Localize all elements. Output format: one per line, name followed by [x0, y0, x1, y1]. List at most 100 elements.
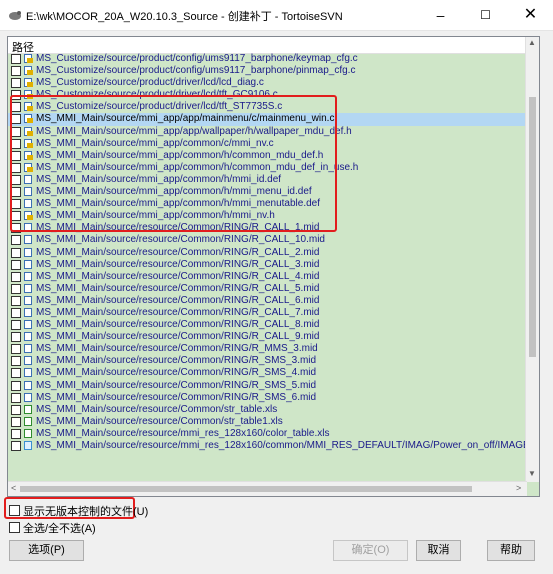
file-icon: [24, 332, 32, 342]
row-checkbox[interactable]: [11, 320, 21, 331]
file-path: MS_MMI_Main/source/resource/Common/RING/…: [36, 258, 320, 270]
modified-file-icon: [24, 78, 33, 88]
file-path: MS_MMI_Main/source/resource/Common/RING/…: [36, 367, 317, 379]
options-button[interactable]: 选项(P): [9, 540, 84, 561]
row-checkbox[interactable]: [11, 441, 21, 451]
file-row[interactable]: MS_Customize/source/product/driver/lcd/l…: [8, 77, 527, 89]
file-row[interactable]: MS_MMI_Main/source/resource/Common/RING/…: [8, 259, 527, 271]
cancel-button[interactable]: 取消: [416, 540, 461, 561]
horizontal-scroll-thumb[interactable]: [20, 486, 472, 492]
modified-file-icon: [24, 66, 33, 76]
row-checkbox[interactable]: [11, 54, 21, 64]
file-path: MS_MMI_Main/source/resource/Common/RING/…: [36, 355, 317, 367]
checkbox-box[interactable]: [9, 505, 20, 516]
ok-button[interactable]: 确定(O): [333, 540, 408, 561]
row-checkbox[interactable]: [11, 344, 21, 355]
file-icon: [24, 307, 32, 317]
file-row[interactable]: MS_MMI_Main/source/resource/Common/RING/…: [8, 247, 527, 259]
file-icon: [24, 380, 32, 390]
file-row[interactable]: MS_MMI_Main/source/resource/Common/RING/…: [8, 271, 527, 283]
row-checkbox[interactable]: [11, 332, 21, 343]
row-checkbox[interactable]: [11, 428, 21, 439]
horizontal-scrollbar[interactable]: < >: [8, 481, 527, 496]
file-path: MS_MMI_Main/source/resource/Common/RING/…: [36, 343, 318, 355]
file-icon: [24, 356, 32, 366]
file-row[interactable]: MS_MMI_Main/source/resource/Common/RING/…: [8, 319, 527, 331]
row-checkbox[interactable]: [11, 392, 21, 403]
row-checkbox[interactable]: [11, 404, 21, 415]
file-icon: [24, 271, 32, 281]
scroll-down-icon[interactable]: ▼: [528, 469, 536, 478]
help-button[interactable]: 帮助: [487, 540, 535, 561]
row-checkbox[interactable]: [11, 307, 21, 318]
file-path: MS_MMI_Main/source/resource/Common/str_t…: [36, 403, 278, 415]
file-path: MS_MMI_Main/source/resource/Common/RING/…: [36, 306, 320, 318]
file-row[interactable]: MS_MMI_Main/source/resource/Common/RING/…: [8, 367, 527, 379]
row-checkbox[interactable]: [11, 295, 21, 306]
file-row[interactable]: MS_MMI_Main/source/resource/Common/RING/…: [8, 283, 527, 295]
file-icon: [24, 320, 32, 330]
file-row[interactable]: MS_MMI_Main/source/resource/Common/RING/…: [8, 234, 527, 246]
show-unversioned-label: 显示无版本控制的文件(U): [23, 506, 149, 518]
row-checkbox[interactable]: [11, 416, 21, 427]
close-button[interactable]: ✕: [508, 0, 553, 30]
row-checkbox[interactable]: [11, 78, 21, 89]
file-path: MS_Customize/source/product/config/ums91…: [36, 53, 358, 64]
checkbox-box[interactable]: [9, 522, 20, 533]
file-row[interactable]: MS_MMI_Main/source/resource/Common/str_t…: [8, 416, 527, 428]
file-icon: [24, 392, 32, 402]
file-path: MS_MMI_Main/source/resource/mmi_res_128x…: [36, 440, 539, 451]
column-header-path[interactable]: 路径: [8, 37, 527, 54]
file-row[interactable]: MS_MMI_Main/source/resource/Common/RING/…: [8, 343, 527, 355]
show-unversioned-checkbox[interactable]: 显示无版本控制的文件(U): [9, 503, 148, 519]
file-path: MS_MMI_Main/source/resource/Common/RING/…: [36, 391, 317, 403]
excel-file-icon: [24, 404, 32, 414]
file-icon: [24, 295, 32, 305]
file-row[interactable]: MS_MMI_Main/source/resource/Common/RING/…: [8, 331, 527, 343]
row-checkbox[interactable]: [11, 356, 21, 367]
file-row[interactable]: MS_Customize/source/product/config/ums91…: [8, 53, 527, 65]
vertical-scroll-thumb[interactable]: [529, 97, 536, 357]
file-icon: [24, 259, 32, 269]
file-path: MS_MMI_Main/source/resource/Common/RING/…: [36, 282, 320, 294]
file-row[interactable]: MS_MMI_Main/source/resource/Common/RING/…: [8, 295, 527, 307]
excel-file-icon: [24, 428, 32, 438]
row-checkbox[interactable]: [11, 259, 21, 270]
scroll-left-icon[interactable]: <: [11, 483, 16, 493]
scroll-right-icon[interactable]: >: [516, 483, 521, 493]
file-path: MS_Customize/source/product/driver/lcd/l…: [36, 77, 264, 89]
file-row[interactable]: MS_MMI_Main/source/resource/Common/RING/…: [8, 392, 527, 404]
minimize-button[interactable]: –: [418, 0, 463, 30]
file-row[interactable]: MS_MMI_Main/source/resource/Common/RING/…: [8, 355, 527, 367]
scroll-up-icon[interactable]: ▲: [528, 38, 536, 47]
file-path: MS_MMI_Main/source/resource/Common/RING/…: [36, 294, 320, 306]
title-bar: E:\wk\MOCOR_20A_W20.10.3_Source - 创建补丁 -…: [0, 0, 553, 31]
file-row[interactable]: MS_MMI_Main/source/resource/Common/RING/…: [8, 380, 527, 392]
row-checkbox[interactable]: [11, 66, 21, 77]
file-path: MS_MMI_Main/source/resource/Common/RING/…: [36, 246, 320, 258]
file-row[interactable]: MS_MMI_Main/source/resource/mmi_res_128x…: [8, 428, 527, 440]
file-icon: [24, 344, 32, 354]
row-checkbox[interactable]: [11, 380, 21, 391]
file-path: MS_Customize/source/product/config/ums91…: [36, 65, 356, 77]
file-path: MS_MMI_Main/source/resource/Common/RING/…: [36, 379, 317, 391]
select-all-checkbox[interactable]: 全选/全不选(A): [9, 520, 96, 536]
file-row[interactable]: MS_MMI_Main/source/resource/mmi_res_128x…: [8, 440, 539, 452]
row-checkbox[interactable]: [11, 283, 21, 294]
modified-file-icon: [24, 54, 33, 63]
row-checkbox[interactable]: [11, 271, 21, 282]
row-checkbox[interactable]: [11, 368, 21, 379]
row-checkbox[interactable]: [11, 235, 21, 246]
annotation-box-files: [10, 95, 337, 232]
vertical-scrollbar[interactable]: ▲ ▼: [525, 37, 539, 482]
file-icon: [24, 247, 32, 257]
maximize-button[interactable]: ☐: [463, 0, 508, 30]
file-row[interactable]: MS_Customize/source/product/config/ums91…: [8, 65, 527, 77]
file-row[interactable]: MS_MMI_Main/source/resource/Common/RING/…: [8, 307, 527, 319]
file-path: MS_MMI_Main/source/resource/Common/str_t…: [36, 415, 283, 427]
file-row[interactable]: MS_MMI_Main/source/resource/Common/str_t…: [8, 404, 527, 416]
file-path: MS_MMI_Main/source/resource/Common/RING/…: [36, 234, 325, 246]
file-icon: [24, 235, 32, 245]
row-checkbox[interactable]: [11, 247, 21, 258]
image-file-icon: [24, 441, 32, 450]
